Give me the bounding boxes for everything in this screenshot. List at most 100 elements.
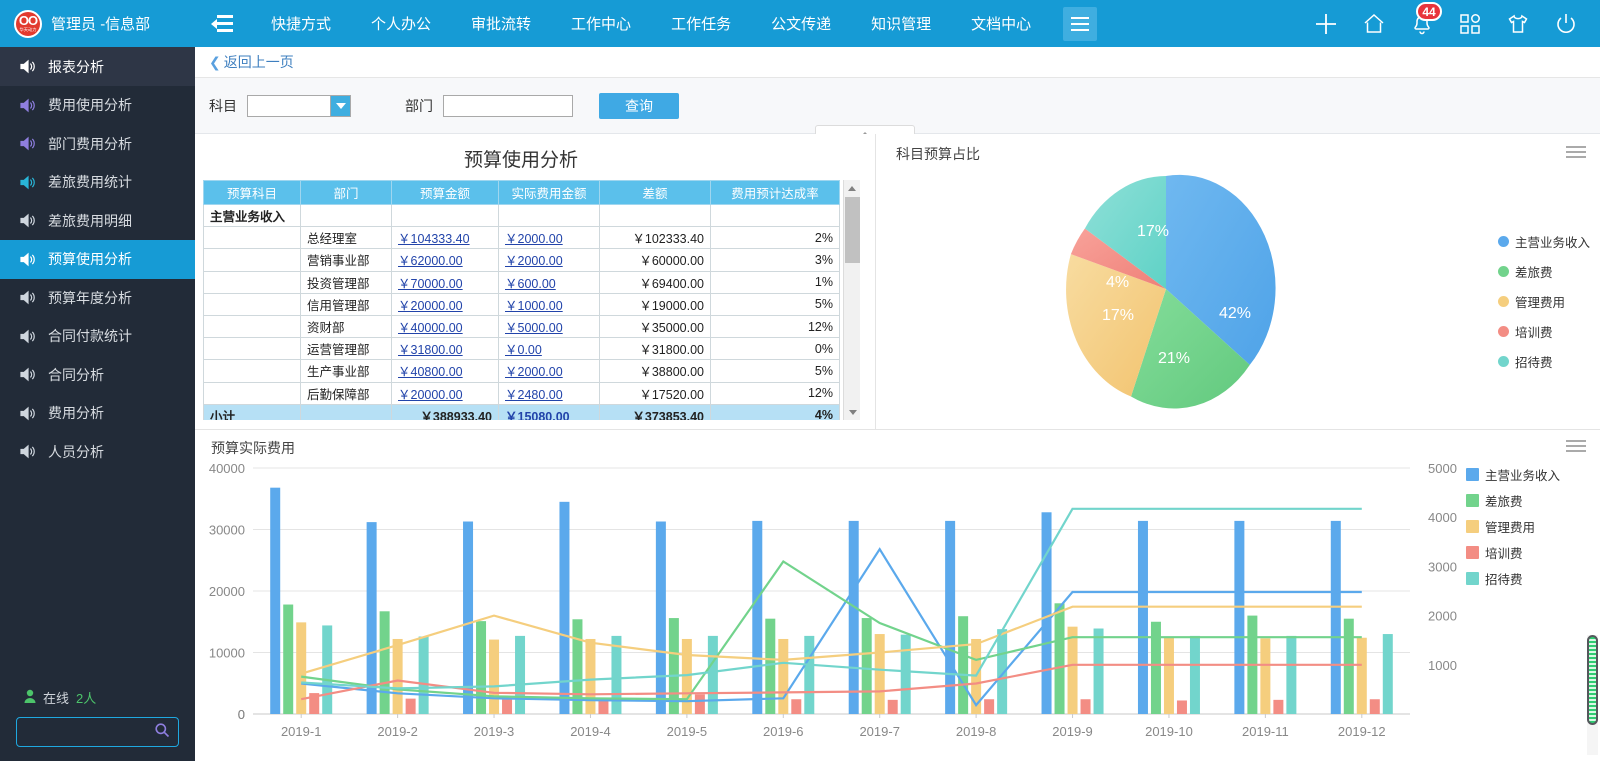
budget-link[interactable]: ￥31800.00 (398, 343, 463, 357)
actual-link[interactable]: ￥2000.00 (505, 365, 563, 379)
scroll-up-arrow-icon[interactable] (844, 180, 860, 196)
sidebar-item-0[interactable]: 费用使用分析 (0, 86, 195, 125)
sidebar-item-5[interactable]: 预算年度分析 (0, 279, 195, 318)
cell-actual[interactable]: ￥2000.00 (498, 359, 600, 383)
sidebar-item-6[interactable]: 合同付款统计 (0, 317, 195, 356)
plus-icon[interactable] (1302, 0, 1350, 47)
sidebar-item-4[interactable]: 预算使用分析 (0, 240, 195, 279)
chevron-down-icon[interactable] (330, 95, 350, 116)
pie-legend-item-0[interactable]: 主营业务收入 (1497, 232, 1590, 251)
nav-more-icon[interactable] (1063, 6, 1098, 41)
cell-actual[interactable]: ￥2000.00 (498, 248, 600, 272)
power-icon[interactable] (1542, 0, 1590, 47)
nav-item-4[interactable]: 工作任务 (651, 0, 751, 47)
nav-item-5[interactable]: 公文传递 (751, 0, 851, 47)
cell-subject (203, 359, 301, 383)
sidebar-footer: 在线 2人 (0, 688, 195, 761)
sidebar-item-1[interactable]: 部门费用分析 (0, 125, 195, 164)
actual-link[interactable]: ￥600.00 (505, 277, 556, 291)
budget-link[interactable]: ￥20000.00 (398, 388, 463, 402)
bar (1080, 699, 1091, 714)
bell-icon[interactable]: 44 (1398, 0, 1446, 47)
nav-item-2[interactable]: 审批流转 (451, 0, 551, 47)
budget-link[interactable]: ￥20000.00 (398, 299, 463, 313)
budget-link[interactable]: ￥40000.00 (398, 321, 463, 335)
x-axis-tick: 2019-2 (377, 724, 417, 739)
back-link[interactable]: ❮ 返回上一页 (209, 52, 294, 72)
cell-budget[interactable]: ￥20000.00 (391, 381, 499, 405)
legend-swatch-icon (1465, 494, 1479, 507)
home-icon[interactable] (1350, 0, 1398, 47)
total-actual[interactable]: ￥15080.00 (498, 403, 600, 420)
dept-input[interactable] (443, 94, 573, 117)
nav-item-3[interactable]: 工作中心 (551, 0, 651, 47)
search-icon[interactable] (154, 722, 170, 743)
budget-link[interactable]: ￥62000.00 (398, 254, 463, 268)
actual-link[interactable]: ￥2000.00 (505, 254, 563, 268)
pie-legend-item-3[interactable]: 培训费 (1497, 322, 1590, 341)
pie-chart-menu-icon[interactable] (1566, 146, 1586, 158)
cell-budget[interactable]: ￥62000.00 (391, 248, 499, 272)
nav-item-1[interactable]: 个人办公 (351, 0, 451, 47)
cell-budget[interactable]: ￥31800.00 (391, 337, 499, 361)
sidebar-toggle-icon[interactable] (195, 0, 251, 47)
cell-budget[interactable]: ￥20000.00 (391, 292, 499, 316)
bar-legend-item-0[interactable]: 主营业务收入 (1465, 465, 1560, 484)
cell-actual[interactable]: ￥600.00 (498, 270, 600, 294)
legend-swatch-icon (1465, 572, 1479, 585)
budget-link[interactable]: ￥104333.40 (398, 232, 470, 246)
cell-actual[interactable]: ￥2000.00 (498, 226, 600, 250)
cell-actual[interactable]: ￥2480.00 (498, 381, 600, 405)
table-vertical-scrollbar[interactable] (843, 180, 860, 420)
logo-subtext: 华天动力 (19, 27, 37, 33)
budget-link[interactable]: ￥70000.00 (398, 277, 463, 291)
page-scrollbar-thumb[interactable] (1587, 635, 1598, 725)
sidebar-item-3[interactable]: 差旅费用明细 (0, 202, 195, 241)
theme-shirt-icon[interactable] (1494, 0, 1542, 47)
apps-icon[interactable] (1446, 0, 1494, 47)
bar-chart-menu-icon[interactable] (1566, 440, 1586, 452)
sidebar-item-8[interactable]: 费用分析 (0, 394, 195, 433)
sidebar-search-box[interactable] (16, 717, 179, 747)
nav-item-7[interactable]: 文档中心 (951, 0, 1051, 47)
sidebar-item-2[interactable]: 差旅费用统计 (0, 163, 195, 202)
total-actual-link[interactable]: ￥15080.00 (505, 410, 570, 420)
sidebar-item-9[interactable]: 人员分析 (0, 433, 195, 472)
bar-legend-item-1[interactable]: 差旅费 (1465, 491, 1560, 510)
pie-legend-item-2[interactable]: 管理费用 (1497, 292, 1590, 311)
total-rate: 4% (710, 403, 840, 420)
bar (804, 635, 815, 714)
cell-budget[interactable]: ￥40800.00 (391, 359, 499, 383)
subject-select[interactable] (247, 94, 351, 117)
legend-label: 差旅费 (1514, 266, 1553, 280)
cell-actual[interactable]: ￥1000.00 (498, 292, 600, 316)
page-scrollbar[interactable] (1587, 635, 1598, 755)
scrollbar-thumb[interactable] (845, 197, 860, 263)
svg-text:0: 0 (238, 707, 245, 722)
pie-legend-item-1[interactable]: 差旅费 (1497, 262, 1590, 281)
sidebar-header-report-analysis[interactable]: 报表分析 (0, 47, 195, 86)
bar-chart-panel: 预算实际费用 0 10000 20000 30000 40000 0 1000 2000 300… (195, 430, 1600, 760)
bar-legend-item-3[interactable]: 培训费 (1465, 543, 1560, 562)
scroll-down-arrow-icon[interactable] (844, 404, 860, 420)
actual-link[interactable]: ￥1000.00 (505, 299, 563, 313)
cell-budget[interactable]: ￥104333.40 (391, 226, 499, 250)
cell-budget[interactable]: ￥40000.00 (391, 314, 499, 339)
actual-link[interactable]: ￥2480.00 (505, 388, 563, 402)
bar (1356, 637, 1367, 714)
cell-budget[interactable]: ￥70000.00 (391, 270, 499, 294)
actual-link[interactable]: ￥2000.00 (505, 232, 563, 246)
cell-diff: ￥19000.00 (599, 292, 711, 316)
query-button[interactable]: 查询 (599, 92, 679, 119)
bar-legend-item-4[interactable]: 招待费 (1465, 569, 1560, 588)
nav-item-6[interactable]: 知识管理 (851, 0, 951, 47)
bar-legend-item-2[interactable]: 管理费用 (1465, 517, 1560, 536)
budget-link[interactable]: ￥40800.00 (398, 365, 463, 379)
actual-link[interactable]: ￥0.00 (505, 343, 542, 357)
cell-actual[interactable]: ￥5000.00 (498, 314, 600, 339)
cell-actual[interactable]: ￥0.00 (498, 337, 600, 361)
nav-item-0[interactable]: 快捷方式 (251, 0, 351, 47)
sidebar-item-7[interactable]: 合同分析 (0, 356, 195, 395)
actual-link[interactable]: ￥5000.00 (505, 321, 563, 335)
pie-legend-item-4[interactable]: 招待费 (1497, 352, 1590, 371)
